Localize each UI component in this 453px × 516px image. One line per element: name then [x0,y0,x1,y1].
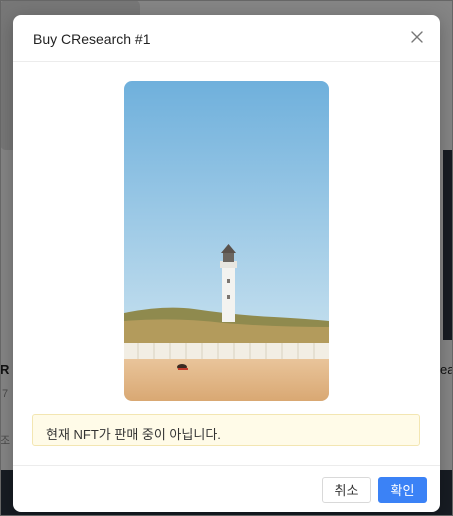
modal-footer: 취소 확인 [13,465,440,512]
confirm-button[interactable]: 확인 [378,477,427,503]
buy-modal: Buy CResearch #1 현재 NFT가 판매 중이 아닙니다. 취소 … [13,15,440,512]
nft-image [124,81,329,401]
modal-title: Buy CResearch #1 [33,31,151,47]
status-notice: 현재 NFT가 판매 중이 아닙니다. [32,414,420,446]
close-icon[interactable] [410,30,424,44]
modal-header: Buy CResearch #1 [13,15,440,62]
cancel-button[interactable]: 취소 [322,477,371,503]
notice-text: 현재 NFT가 판매 중이 아닙니다. [46,427,221,442]
